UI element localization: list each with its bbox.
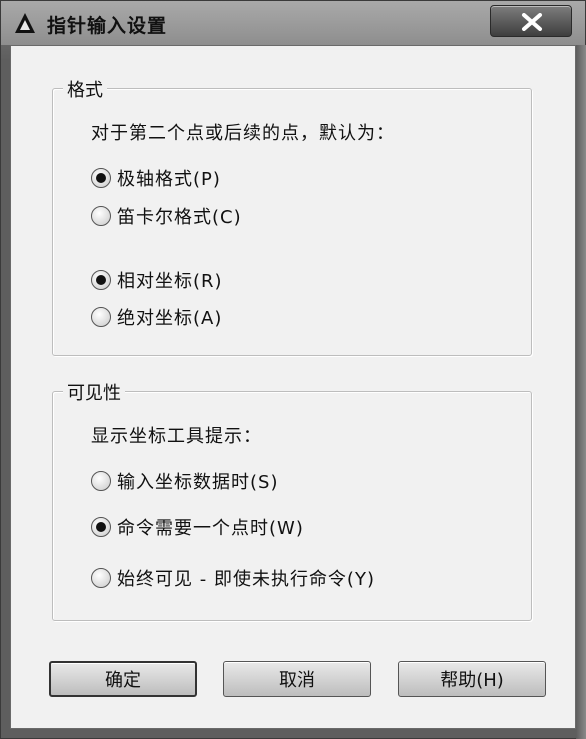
- radio-polar-format[interactable]: 极轴格式(P): [91, 165, 221, 191]
- radio-when-command-asks-point[interactable]: 命令需要一个点时(W): [91, 514, 304, 540]
- close-button[interactable]: [490, 5, 572, 37]
- radio-always-visible[interactable]: 始终可见 - 即使未执行命令(Y): [91, 565, 375, 591]
- ok-button[interactable]: 确定: [49, 661, 197, 697]
- dialog-title: 指针输入设置: [47, 15, 168, 37]
- radio-label: 输入坐标数据时(S): [117, 472, 279, 493]
- radio-label: 命令需要一个点时(W): [117, 518, 304, 539]
- format-prompt: 对于第二个点或后续的点，默认为：: [91, 123, 395, 144]
- radio-when-entering-coords[interactable]: 输入坐标数据时(S): [91, 468, 278, 494]
- dialog-body: 格式 对于第二个点或后续的点，默认为： 极轴格式(P) 笛卡尔格式(C) 相对坐…: [10, 45, 576, 729]
- cancel-button[interactable]: 取消: [223, 661, 371, 697]
- help-button[interactable]: 帮助(H): [398, 661, 546, 697]
- visibility-prompt: 显示坐标工具提示：: [91, 426, 262, 447]
- radio-button-checked[interactable]: [91, 168, 111, 188]
- radio-button[interactable]: [91, 307, 111, 327]
- radio-relative-coords[interactable]: 相对坐标(R): [91, 267, 223, 293]
- radio-button-checked[interactable]: [91, 517, 111, 537]
- radio-button[interactable]: [91, 471, 111, 491]
- radio-absolute-coords[interactable]: 绝对坐标(A): [91, 304, 222, 330]
- radio-label: 极轴格式(P): [117, 169, 221, 190]
- radio-button[interactable]: [91, 568, 111, 588]
- title-bar[interactable]: 指针输入设置: [1, 1, 585, 45]
- radio-button[interactable]: [91, 206, 111, 226]
- dialog-window: 指针输入设置 格式 对于第二个点或后续的点，默认为： 极轴格式(P) 笛卡尔格式…: [0, 0, 586, 739]
- format-group-title: 格式: [63, 76, 107, 102]
- window-frame-edge: [576, 45, 586, 739]
- radio-label: 相对坐标(R): [117, 271, 223, 292]
- radio-cartesian-format[interactable]: 笛卡尔格式(C): [91, 203, 242, 229]
- radio-label: 绝对坐标(A): [117, 308, 223, 329]
- close-icon: [522, 13, 542, 31]
- visibility-group-title: 可见性: [63, 379, 125, 405]
- radio-button-checked[interactable]: [91, 270, 111, 290]
- radio-label: 笛卡尔格式(C): [117, 207, 242, 228]
- radio-label: 始终可见 - 即使未执行命令(Y): [117, 569, 375, 590]
- autocad-icon: [15, 13, 35, 33]
